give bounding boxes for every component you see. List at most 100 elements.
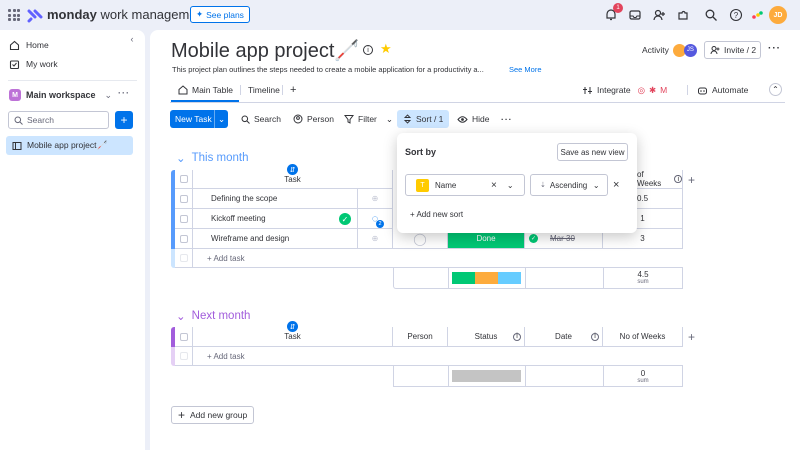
update-count-badge: 2: [376, 220, 384, 228]
status-summary-done[interactable]: [452, 272, 475, 284]
add-task-checkbox: [175, 347, 193, 366]
column-header-status[interactable]: Status i: [448, 327, 525, 347]
add-update-icon[interactable]: ⊕: [358, 229, 393, 249]
remove-sort-icon[interactable]: ×: [613, 179, 619, 191]
monday-logo-icon: [27, 9, 43, 23]
filter-button[interactable]: Filter ⌄: [340, 110, 397, 128]
robot-icon: [698, 87, 707, 94]
add-view-button[interactable]: +: [290, 83, 296, 97]
sort-indicator-icon[interactable]: ⇵: [287, 164, 298, 175]
chevron-down-icon[interactable]: ⌄: [386, 114, 393, 125]
status-summary-working[interactable]: [475, 272, 498, 284]
home-icon: [9, 40, 20, 50]
invite-members-icon[interactable]: [652, 8, 666, 22]
workspace-more-icon[interactable]: ···: [118, 88, 130, 98]
see-plans-button[interactable]: ✦ See plans: [190, 6, 250, 23]
task-name-cell[interactable]: Kickoff meeting ✓: [193, 209, 358, 229]
see-more-link[interactable]: See More: [509, 65, 542, 74]
sidebar-search-input[interactable]: Search: [8, 111, 109, 129]
updates-cell[interactable]: ◌ 2: [358, 209, 393, 229]
select-all-checkbox[interactable]: [175, 327, 193, 347]
chevron-down-icon[interactable]: ⌄: [176, 151, 186, 165]
add-user-icon: [710, 46, 720, 55]
row-checkbox[interactable]: [175, 189, 193, 209]
info-icon[interactable]: i: [674, 175, 682, 183]
page-title[interactable]: Mobile app project🦯: [171, 38, 359, 63]
automate-button[interactable]: Automate: [697, 83, 748, 97]
workspace-selector[interactable]: M Main workspace ⌄: [9, 89, 112, 101]
sidebar-item-home[interactable]: Home: [9, 36, 49, 54]
add-new-sort-button[interactable]: + Add new sort: [410, 210, 463, 219]
apps-marketplace-icon[interactable]: [676, 8, 690, 22]
row-checkbox[interactable]: [175, 209, 193, 229]
tab-timeline[interactable]: Timeline: [248, 83, 280, 97]
group-header[interactable]: ⌄ This month: [176, 151, 249, 165]
sort-indicator-icon[interactable]: ⇵: [287, 321, 298, 332]
chevron-down-icon[interactable]: ⌄: [507, 181, 514, 190]
filter-icon: [344, 115, 354, 124]
new-task-button[interactable]: New Task ⌄: [170, 110, 228, 128]
task-name-cell[interactable]: Wireframe and design: [193, 229, 358, 249]
chevron-up-icon[interactable]: ⌃: [769, 83, 782, 96]
add-column-icon[interactable]: +: [688, 173, 695, 187]
tabs-divider: [170, 102, 785, 103]
sort-column-select[interactable]: T Name × ⌄: [405, 174, 525, 196]
add-column-icon[interactable]: +: [688, 330, 695, 344]
check-circle-icon: ✓: [529, 234, 538, 243]
integrate-button[interactable]: Integrate ◎ ✱ M: [582, 83, 667, 97]
sort-button[interactable]: Sort / 1: [397, 110, 449, 128]
hide-button[interactable]: Hide: [453, 110, 493, 128]
person-filter-button[interactable]: Person: [289, 110, 338, 128]
add-item-button[interactable]: +: [115, 111, 133, 129]
search-button[interactable]: Search: [237, 110, 285, 128]
column-header-weeks[interactable]: No of Weeks: [603, 327, 683, 347]
add-task-row[interactable]: + Add task: [193, 249, 683, 268]
add-task-row[interactable]: + Add task: [193, 347, 683, 366]
board-description: This project plan outlines the steps nee…: [172, 65, 484, 74]
monday-products-icon[interactable]: [750, 8, 764, 22]
notification-count-badge: 1: [613, 3, 623, 13]
status-summary-empty[interactable]: [452, 370, 521, 382]
activity-button[interactable]: Activity JS: [642, 41, 697, 59]
weeks-sum: 4.5 sum: [637, 270, 649, 285]
search-icon[interactable]: [704, 8, 718, 22]
clear-icon[interactable]: ×: [491, 180, 497, 191]
column-header-date[interactable]: Date i: [525, 327, 603, 347]
invite-button[interactable]: Invite / 2: [704, 41, 761, 59]
integrate-icon: [583, 86, 592, 94]
chevron-down-icon: ⌄: [104, 89, 113, 100]
add-update-icon[interactable]: ⊕: [358, 189, 393, 209]
info-icon[interactable]: i: [513, 332, 521, 341]
toolbar-more-icon[interactable]: ···: [497, 110, 517, 128]
info-icon[interactable]: i: [363, 45, 373, 55]
chevron-down-icon[interactable]: ⌄: [214, 110, 228, 128]
board-more-icon[interactable]: ···: [768, 43, 781, 54]
add-group-button[interactable]: + Add new group: [171, 406, 255, 424]
info-icon[interactable]: i: [591, 332, 599, 341]
row-checkbox[interactable]: [175, 229, 193, 249]
search-icon: [241, 115, 250, 124]
sparkle-icon: ✦: [196, 9, 204, 19]
collapse-sidebar-button[interactable]: ‹: [125, 32, 139, 46]
save-as-view-button[interactable]: Save as new view: [557, 143, 628, 161]
help-icon[interactable]: ?: [729, 8, 743, 22]
chevron-down-icon[interactable]: ⌄: [593, 181, 600, 190]
column-header-person[interactable]: Person: [393, 327, 448, 347]
divider: [525, 366, 526, 387]
task-name-cell[interactable]: Defining the scope: [193, 189, 358, 209]
sort-direction-select[interactable]: ⇣ Ascending ⌄: [530, 174, 608, 196]
sidebar-item-my-work[interactable]: My work: [9, 55, 58, 73]
apps-grid-icon[interactable]: [8, 9, 20, 21]
inbox-icon[interactable]: [628, 8, 642, 22]
select-all-checkbox[interactable]: [175, 170, 193, 189]
favorite-star-icon[interactable]: ★: [380, 41, 392, 57]
tab-main-table[interactable]: Main Table: [178, 83, 233, 97]
chevron-down-icon[interactable]: ⌄: [176, 309, 186, 323]
user-avatar[interactable]: JD: [769, 6, 787, 24]
plus-icon: +: [290, 84, 297, 96]
slack-icon: ✱: [648, 84, 657, 95]
status-summary-other[interactable]: [498, 272, 521, 284]
sidebar-item-board[interactable]: Mobile app project🦯: [6, 136, 133, 155]
divider: [448, 366, 449, 387]
group-header[interactable]: ⌄ Next month: [176, 309, 250, 323]
